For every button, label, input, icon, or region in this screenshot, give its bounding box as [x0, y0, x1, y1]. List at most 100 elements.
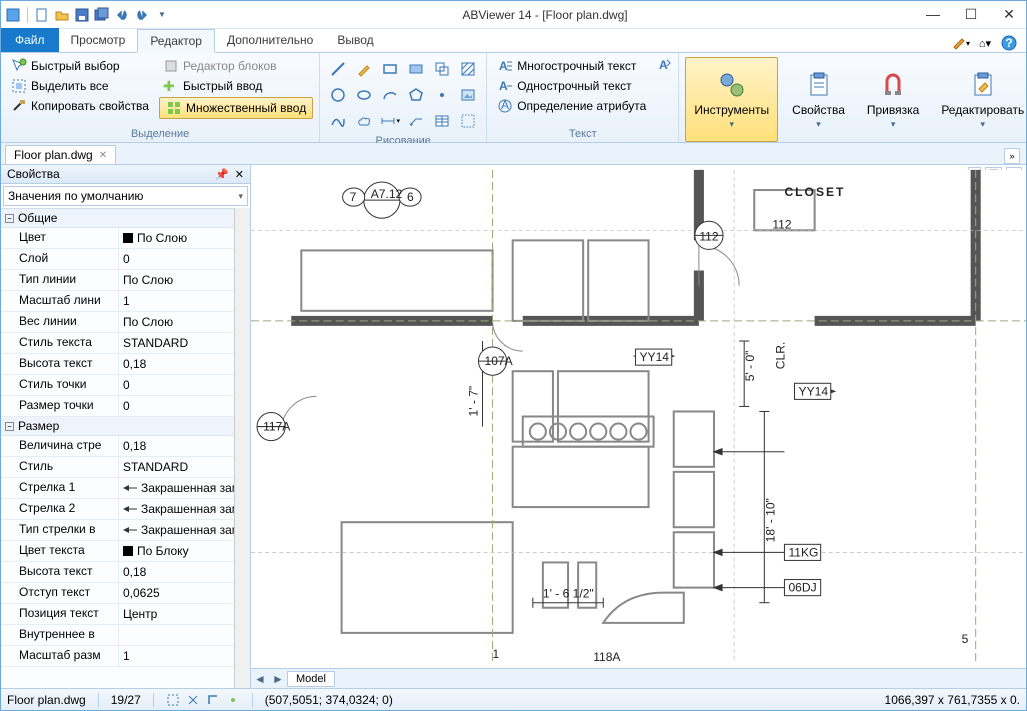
prop-value[interactable]: По Слою — [119, 312, 234, 332]
rect-tool[interactable] — [378, 57, 402, 81]
prop-row[interactable]: Тип стрелки вЗакрашенная замк — [1, 520, 234, 541]
prop-value[interactable]: STANDARD — [119, 333, 234, 353]
prop-row[interactable]: Стиль текстаSTANDARD — [1, 333, 234, 354]
stext-button[interactable]: AОднострочный текст — [493, 77, 650, 95]
layout-prev-icon[interactable]: ◄ — [251, 672, 269, 686]
prop-value[interactable]: По Слою — [119, 228, 234, 248]
polygon-tool[interactable] — [404, 83, 428, 107]
dimension-tool[interactable]: ▾ — [378, 109, 402, 133]
panel-scrollbar[interactable] — [234, 208, 250, 688]
close-button[interactable]: ✕ — [996, 6, 1022, 23]
prop-row[interactable]: Стиль точки0 — [1, 375, 234, 396]
arc-tool[interactable] — [378, 83, 402, 107]
copy-props-button[interactable]: Копировать свойства — [7, 97, 153, 115]
prop-value[interactable] — [119, 625, 234, 645]
document-tabs-dropdown[interactable]: » — [1004, 148, 1020, 164]
defaults-combo[interactable]: Значения по умолчанию ▾ — [3, 186, 248, 206]
prop-row[interactable]: Высота текст0,18 — [1, 354, 234, 375]
prop-value[interactable]: Центр — [119, 604, 234, 624]
layout-next-icon[interactable]: ► — [269, 672, 287, 686]
tab-additional[interactable]: Дополнительно — [215, 28, 325, 52]
save-icon[interactable] — [74, 7, 90, 23]
prop-row[interactable]: Стрелка 2Закрашенная замк — [1, 499, 234, 520]
prop-row[interactable]: Величина стре0,18 — [1, 436, 234, 457]
new-icon[interactable] — [34, 7, 50, 23]
undo-icon[interactable] — [114, 7, 130, 23]
prop-row[interactable]: Отступ текст0,0625 — [1, 583, 234, 604]
quick-select-button[interactable]: Быстрый выбор — [7, 57, 153, 75]
prop-row[interactable]: Слой0 — [1, 249, 234, 270]
tools-button[interactable]: Инструменты▾ — [685, 57, 778, 142]
text-style-tool[interactable]: A — [656, 57, 672, 79]
cloud-tool[interactable] — [352, 109, 376, 133]
prop-row[interactable]: Цвет текстаПо Блоку — [1, 541, 234, 562]
prop-value[interactable]: 0 — [119, 249, 234, 269]
prop-value[interactable]: Закрашенная замк — [119, 499, 234, 519]
prop-value[interactable]: По Слою — [119, 270, 234, 290]
table-tool[interactable] — [430, 109, 454, 133]
prop-value[interactable]: 0 — [119, 375, 234, 395]
rects-tool[interactable] — [430, 57, 454, 81]
prop-row[interactable]: ЦветПо Слою — [1, 228, 234, 249]
prop-row[interactable]: СтильSTANDARD — [1, 457, 234, 478]
snap-button[interactable]: Привязка▾ — [859, 57, 927, 142]
viewport-tool[interactable] — [456, 109, 480, 133]
prop-row[interactable]: Внутреннее в — [1, 625, 234, 646]
open-icon[interactable] — [54, 7, 70, 23]
app-icon[interactable] — [5, 7, 21, 23]
osnap-status-icon[interactable] — [226, 693, 240, 707]
multi-input-button[interactable]: Множественный ввод — [159, 97, 313, 119]
prop-row[interactable]: Позиция текстЦентр — [1, 604, 234, 625]
tab-view[interactable]: Просмотр — [59, 28, 138, 52]
prop-row[interactable]: Размер точки0 — [1, 396, 234, 417]
ortho-status-icon[interactable] — [206, 693, 220, 707]
model-tab[interactable]: Model — [287, 671, 335, 687]
prop-row[interactable]: Тип линииПо Слою — [1, 270, 234, 291]
tab-editor[interactable]: Редактор — [137, 29, 215, 53]
drawing-canvas[interactable]: − ❐ ✕ — [251, 165, 1026, 668]
pencil-tool[interactable] — [352, 57, 376, 81]
pin-icon[interactable]: 📌 — [215, 168, 229, 181]
prop-value[interactable]: 0,18 — [119, 562, 234, 582]
panel-close-icon[interactable]: ✕ — [235, 168, 244, 181]
edit-button[interactable]: Редактировать▾ — [933, 57, 1027, 142]
grid-status-icon[interactable] — [186, 693, 200, 707]
prop-row[interactable]: Стрелка 1Закрашенная замк — [1, 478, 234, 499]
help-icon[interactable]: ? — [1000, 34, 1018, 52]
image-tool[interactable] — [456, 83, 480, 107]
prop-category-dimension[interactable]: −Размер — [1, 417, 234, 436]
hatch-tool[interactable] — [456, 57, 480, 81]
prop-value[interactable]: 0,18 — [119, 354, 234, 374]
prop-value[interactable]: Закрашенная замк — [119, 520, 234, 540]
rect-fill-tool[interactable] — [404, 57, 428, 81]
prop-category-general[interactable]: −Общие — [1, 209, 234, 228]
prop-row[interactable]: Масштаб разм1 — [1, 646, 234, 667]
prop-row[interactable]: Масштаб лини1 — [1, 291, 234, 312]
close-tab-icon[interactable]: ✕ — [99, 150, 107, 161]
prop-value[interactable]: 0,0625 — [119, 583, 234, 603]
prop-value[interactable]: По Блоку — [119, 541, 234, 561]
quick-input-button[interactable]: ✚Быстрый ввод — [159, 77, 313, 95]
prop-value[interactable]: 0,18 — [119, 436, 234, 456]
curve-tool[interactable] — [326, 109, 350, 133]
property-grid[interactable]: −Общие ЦветПо СлоюСлой0Тип линииПо СлоюМ… — [1, 208, 234, 688]
prop-value[interactable]: 1 — [119, 646, 234, 666]
maximize-button[interactable]: ☐ — [958, 6, 984, 23]
circle-tool[interactable] — [326, 83, 350, 107]
line-tool[interactable] — [326, 57, 350, 81]
redo-icon[interactable] — [134, 7, 150, 23]
block-editor-button[interactable]: Редактор блоков — [159, 57, 313, 75]
save-all-icon[interactable] — [94, 7, 110, 23]
prop-value[interactable]: 0 — [119, 396, 234, 416]
tab-output[interactable]: Вывод — [325, 28, 385, 52]
file-tab[interactable]: Файл — [1, 28, 59, 52]
prop-row[interactable]: Высота текст0,18 — [1, 562, 234, 583]
document-tab[interactable]: Floor plan.dwg ✕ — [5, 145, 116, 164]
snap-status-icon[interactable] — [166, 693, 180, 707]
options-icon[interactable]: ⌂▾ — [976, 34, 994, 52]
prop-value[interactable]: 1 — [119, 291, 234, 311]
prop-value[interactable]: Закрашенная замк — [119, 478, 234, 498]
prop-row[interactable]: Вес линииПо Слою — [1, 312, 234, 333]
ellipse-tool[interactable] — [352, 83, 376, 107]
qat-dropdown-icon[interactable]: ▼ — [154, 7, 170, 23]
